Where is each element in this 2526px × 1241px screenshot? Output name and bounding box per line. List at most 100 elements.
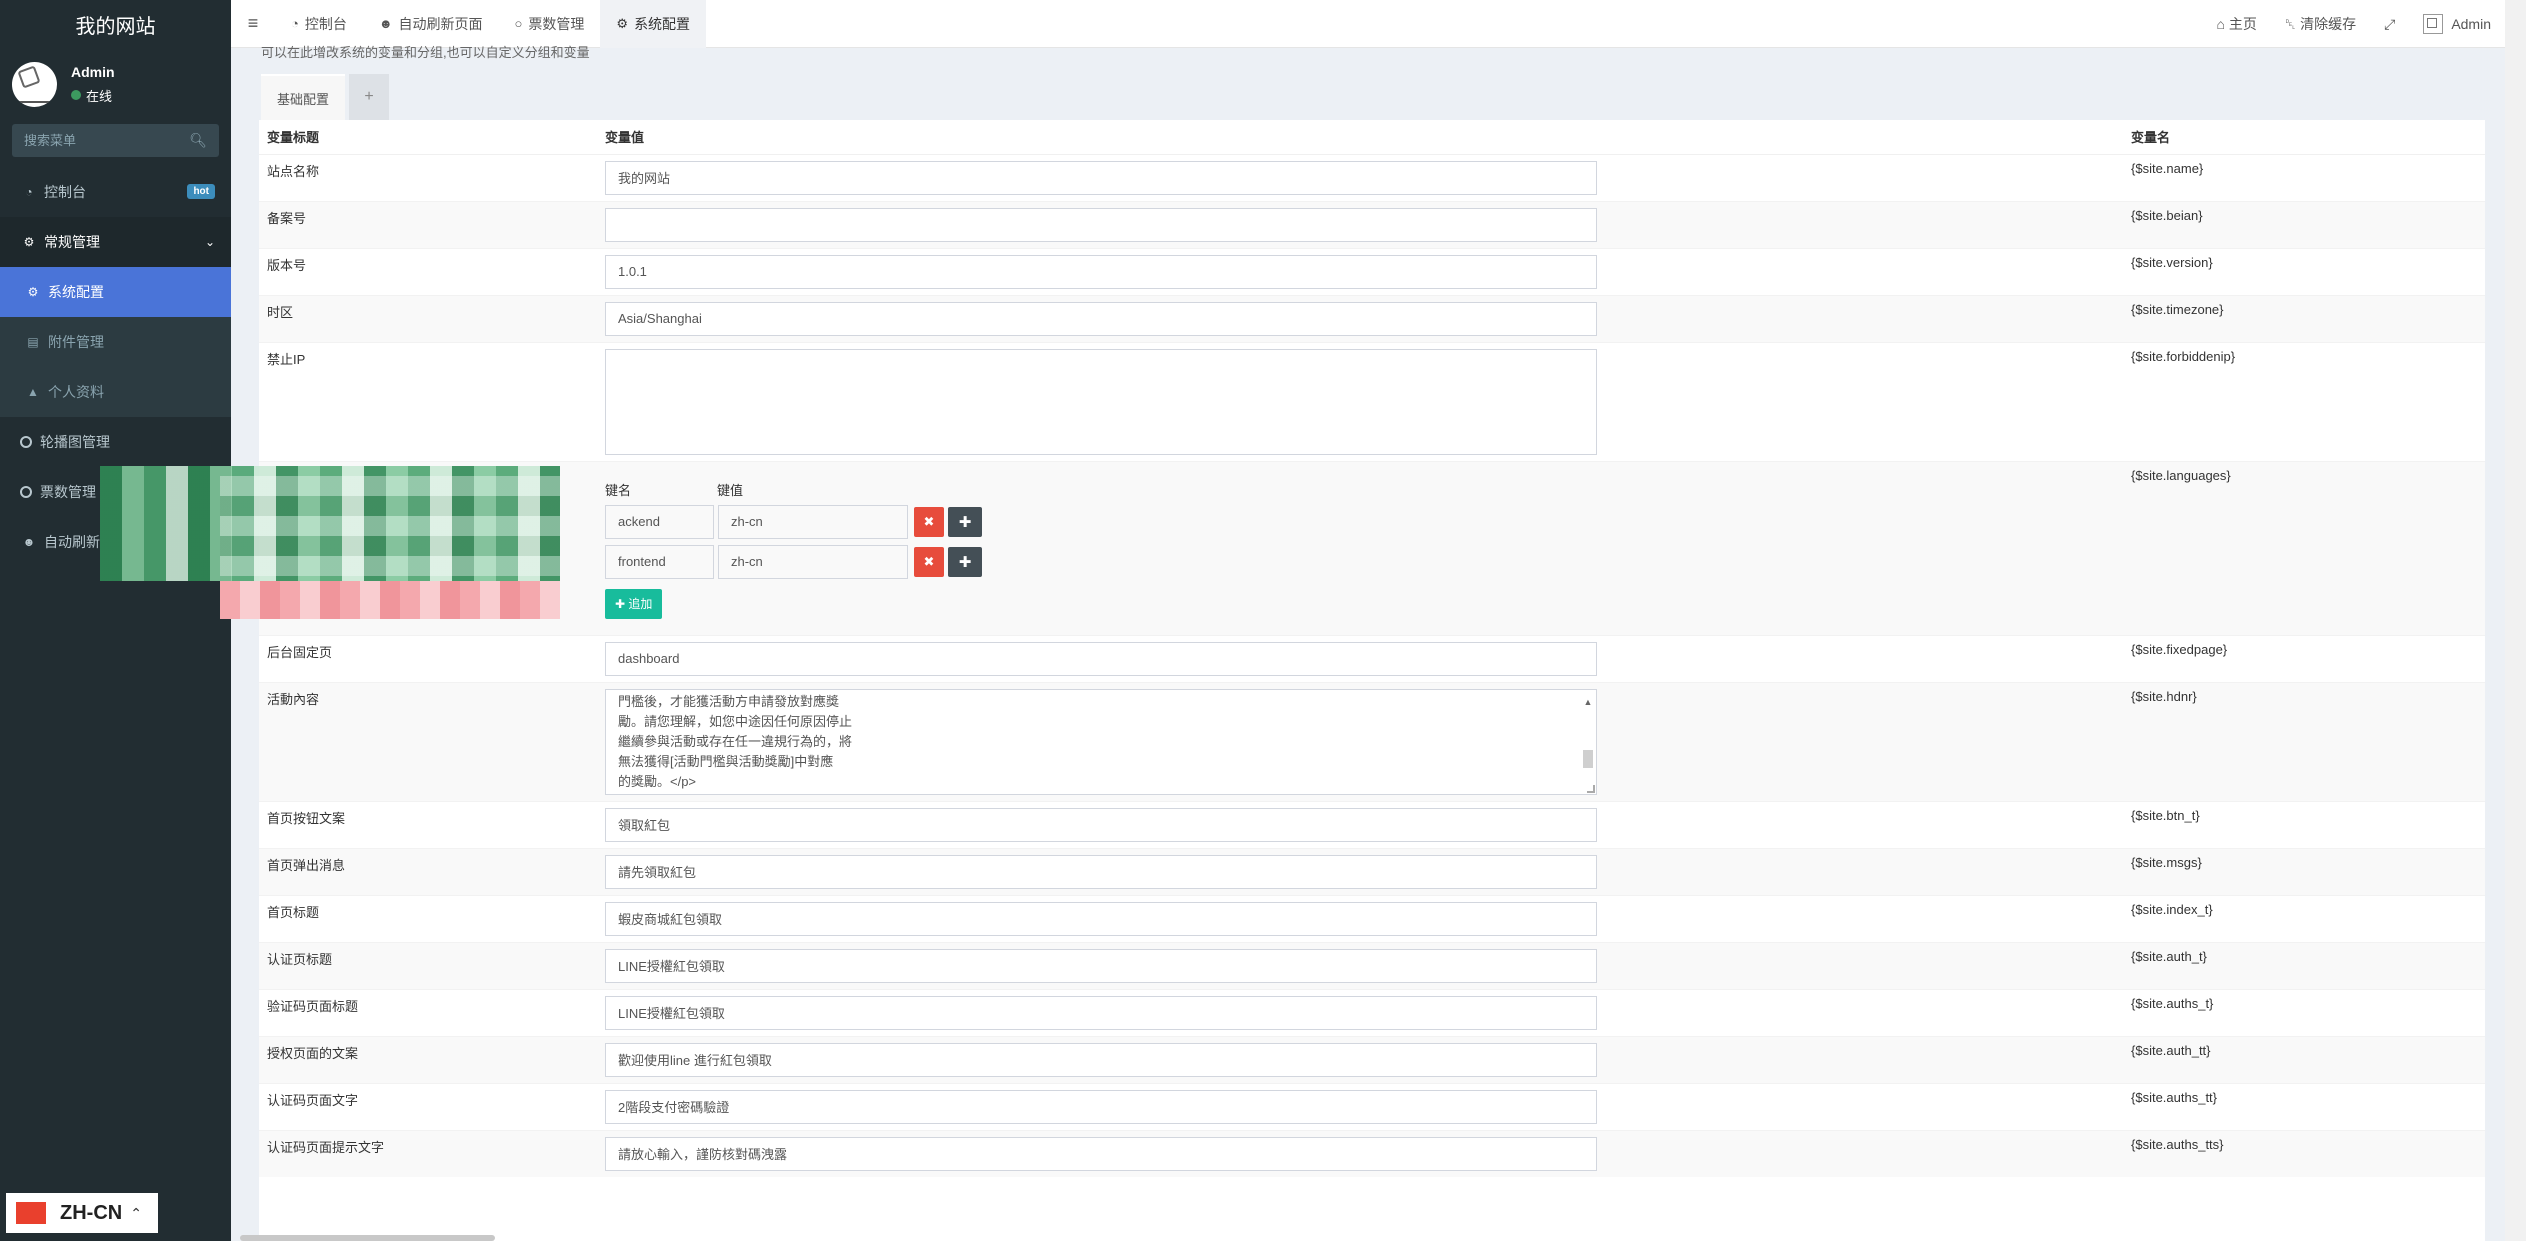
textarea-line: 無法獲得[活動門檻與活動獎勵]中對應: [618, 753, 834, 769]
row-title: 备案号: [259, 200, 597, 248]
clear-cache-label: 清除缓存: [2300, 16, 2357, 32]
sidebar-item-general[interactable]: ⚙ 常规管理 ⌄: [0, 217, 231, 267]
remove-row-button[interactable]: ✖: [914, 506, 944, 537]
row-title: 首页按钮文案: [259, 800, 597, 848]
avatar: [12, 61, 57, 107]
textarea-scrollbar[interactable]: ▲: [1582, 692, 1594, 792]
kv-key-input[interactable]: ackend: [605, 504, 714, 539]
auths-hint-input[interactable]: 請放心輸入，謹防核對碼洩露: [605, 1136, 1597, 1171]
resize-handle-icon[interactable]: [1587, 784, 1595, 793]
remove-row-button[interactable]: ✖: [914, 546, 944, 577]
row-title: 活動內容: [259, 681, 597, 801]
scroll-thumb[interactable]: [1583, 749, 1593, 768]
sidebar-item-attachments[interactable]: ▤ 附件管理: [0, 317, 231, 367]
horizontal-scrollbar[interactable]: [240, 1235, 495, 1241]
row-var: {$site.btn_t}: [2123, 800, 2485, 848]
user-icon: ▲: [27, 385, 39, 399]
row-var: {$site.auth_t}: [2123, 941, 2485, 989]
msgs-input[interactable]: 請先領取紅包: [605, 854, 1597, 889]
fullscreen-icon: ⤢: [2384, 15, 2396, 32]
config-panel: 变量标题 变量值 变量名 站点名称 我的网站 {$site.name} 备案号 …: [259, 120, 2485, 1241]
menu-toggle-icon[interactable]: ≡: [231, 13, 275, 34]
auth-title-input[interactable]: LINE授權紅包領取: [605, 948, 1597, 983]
top-navbar: ≡ ◔ 控制台 ☻ 自动刷新页面 ○ 票数管理 ⚙ 系统配置 ⌂ 主页 ␡ 清除…: [231, 0, 2505, 48]
textarea-line: 的獎勵。</p>: [618, 773, 697, 789]
tab-system-config[interactable]: ⚙ 系统配置: [600, 0, 707, 48]
tab-auto-refresh[interactable]: ☻ 自动刷新页面: [363, 0, 499, 48]
users-icon: ☻: [378, 16, 393, 31]
kv-value-input[interactable]: zh-cn: [718, 504, 908, 539]
tab-dashboard[interactable]: ◔ 控制台: [275, 0, 363, 48]
row-var: {$site.fixedpage}: [2123, 634, 2485, 682]
row-var: {$site.auths_t}: [2123, 988, 2485, 1036]
chevron-up-icon: ⌃: [130, 1204, 142, 1221]
gear-icon: ⚙: [27, 285, 39, 299]
brand-logo[interactable]: 我的网站: [0, 0, 231, 48]
kv-key-header: 键名: [605, 482, 632, 498]
forbidden-ip-textarea[interactable]: [605, 348, 1597, 455]
row-title: 验证码页面标题: [259, 988, 597, 1036]
version-input[interactable]: 1.0.1: [605, 254, 1597, 289]
sidebar-item-profile[interactable]: ▲ 个人资料: [0, 367, 231, 417]
online-dot-icon: [71, 90, 81, 100]
row-var: {$site.auths_tts}: [2123, 1129, 2485, 1177]
index-title-input[interactable]: 蝦皮商城紅包領取: [605, 901, 1597, 936]
fullscreen-button[interactable]: ⤢: [2370, 16, 2409, 33]
row-title: 后台固定页: [259, 634, 597, 682]
table-row: 版本号 1.0.1 {$site.version}: [259, 247, 2485, 295]
table-row: 首页按钮文案 領取紅包 {$site.btn_t}: [259, 800, 2485, 848]
row-title: 认证码页面文字: [259, 1082, 597, 1130]
table-row: 授权页面的文案 歡迎使用line 進行紅包領取 {$site.auth_tt}: [259, 1035, 2485, 1083]
site-name-input[interactable]: 我的网站: [605, 160, 1597, 195]
timezone-input[interactable]: Asia/Shanghai: [605, 301, 1597, 336]
sidebar-item-label: 个人资料: [48, 384, 104, 400]
search-icon[interactable]: 🔍︎: [189, 132, 207, 149]
auths-title-input[interactable]: LINE授權紅包領取: [605, 995, 1597, 1030]
table-row: 认证页标题 LINE授權紅包領取 {$site.auth_t}: [259, 941, 2485, 989]
row-var: {$site.index_t}: [2123, 894, 2485, 942]
tab-label: 自动刷新页面: [398, 15, 483, 32]
tab-label: 系统配置: [634, 15, 691, 32]
admin-label: Admin: [2451, 16, 2491, 32]
navbar-right: ⌂ 主页 ␡ 清除缓存 ⤢ Admin: [2202, 0, 2505, 48]
row-var: {$site.timezone}: [2123, 294, 2485, 342]
drag-row-button[interactable]: ✚: [948, 546, 982, 577]
page-scrollbar[interactable]: [2505, 0, 2526, 1241]
move-icon: ✚: [958, 553, 972, 571]
scroll-up-icon[interactable]: ▲: [1582, 692, 1594, 712]
table-row: 站点名称 我的网站 {$site.name}: [259, 153, 2485, 201]
auths-text-input[interactable]: 2階段支付密碼驗證: [605, 1089, 1597, 1124]
drag-row-button[interactable]: ✚: [948, 506, 982, 537]
language-switcher[interactable]: ZH-CN ⌃: [6, 1193, 158, 1233]
clear-cache-button[interactable]: ␡ 清除缓存: [2271, 14, 2370, 34]
flag-icon: [16, 1202, 46, 1224]
beian-input[interactable]: [605, 207, 1597, 242]
sidebar-item-dashboard[interactable]: ◔ 控制台 hot: [0, 167, 231, 217]
kv-key-input[interactable]: frontend: [605, 544, 714, 579]
row-title: 站点名称: [259, 153, 597, 201]
home-link[interactable]: ⌂ 主页: [2202, 14, 2270, 34]
add-group-button[interactable]: +: [349, 74, 390, 120]
sidebar-item-carousel[interactable]: 轮播图管理: [0, 417, 231, 467]
table-row: 首页标题 蝦皮商城紅包領取 {$site.index_t}: [259, 894, 2485, 942]
panel-heading: 可以在此增改系统的变量和分组,也可以自定义分组和变量 基础配置 +: [231, 45, 2505, 120]
kv-value-input[interactable]: zh-cn: [718, 544, 908, 579]
activity-content-textarea[interactable]: 門檻後，才能獲活動方申請發放對應獎 勵。請您理解，如您中途因任何原因停止 繼續參…: [605, 688, 1597, 795]
users-icon: ☻: [22, 535, 36, 549]
tab-basic-config[interactable]: 基础配置: [261, 74, 346, 120]
kv-header: 键名 键值: [605, 480, 2115, 499]
row-var: {$site.beian}: [2123, 200, 2485, 248]
fixedpage-input[interactable]: dashboard: [605, 641, 1597, 676]
btn-text-input[interactable]: 領取紅包: [605, 807, 1597, 842]
tab-votes[interactable]: ○ 票数管理: [499, 0, 601, 48]
close-icon: ✖: [923, 513, 935, 529]
table-row: 活動內容 門檻後，才能獲活動方申請發放對應獎 勵。請您理解，如您中途因任何原因停…: [259, 681, 2485, 801]
row-title: 版本号: [259, 247, 597, 295]
sidebar-item-system-config[interactable]: ⚙ 系统配置: [0, 267, 231, 317]
sidebar-item-label: 附件管理: [48, 334, 104, 350]
auth-text-input[interactable]: 歡迎使用line 進行紅包領取: [605, 1042, 1597, 1077]
row-var: {$site.hdnr}: [2123, 681, 2485, 801]
row-var: {$site.languages}: [2123, 460, 2485, 635]
admin-menu[interactable]: Admin: [2409, 14, 2505, 34]
search-input[interactable]: [24, 133, 184, 148]
